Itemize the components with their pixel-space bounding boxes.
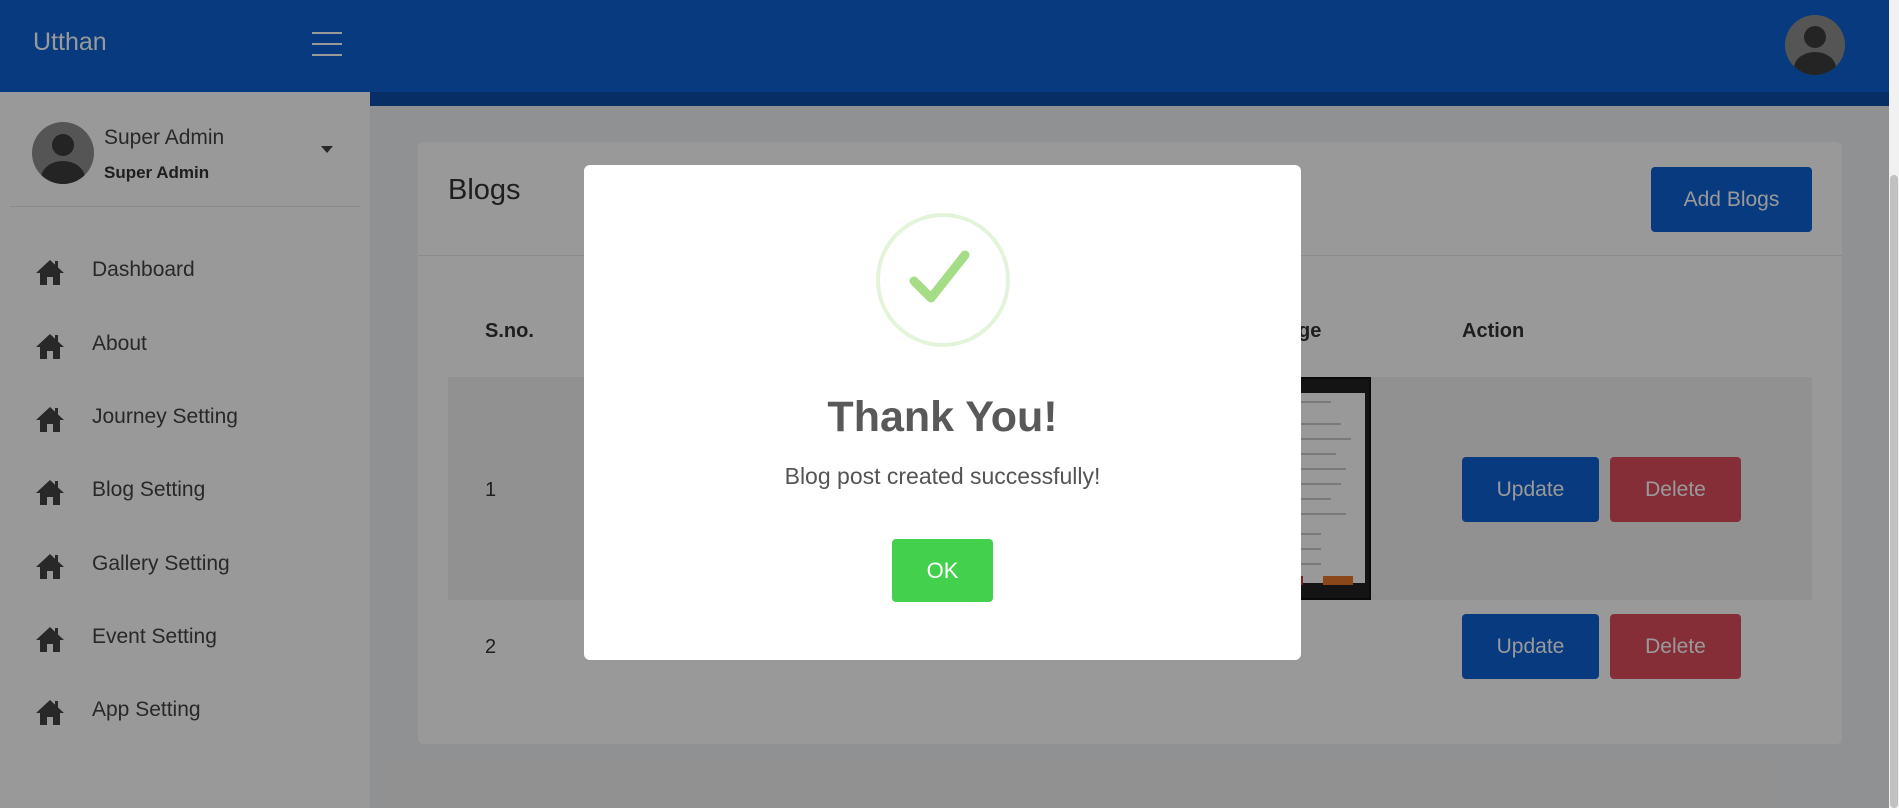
check-icon [909,250,970,303]
ok-button[interactable]: OK [892,539,993,602]
success-dialog: Thank You! Blog post created successfull… [584,165,1301,660]
scrollbar-thumb[interactable] [1890,175,1898,808]
dialog-message: Blog post created successfully! [784,463,1101,489]
dialog-title: Thank You! [827,393,1058,441]
